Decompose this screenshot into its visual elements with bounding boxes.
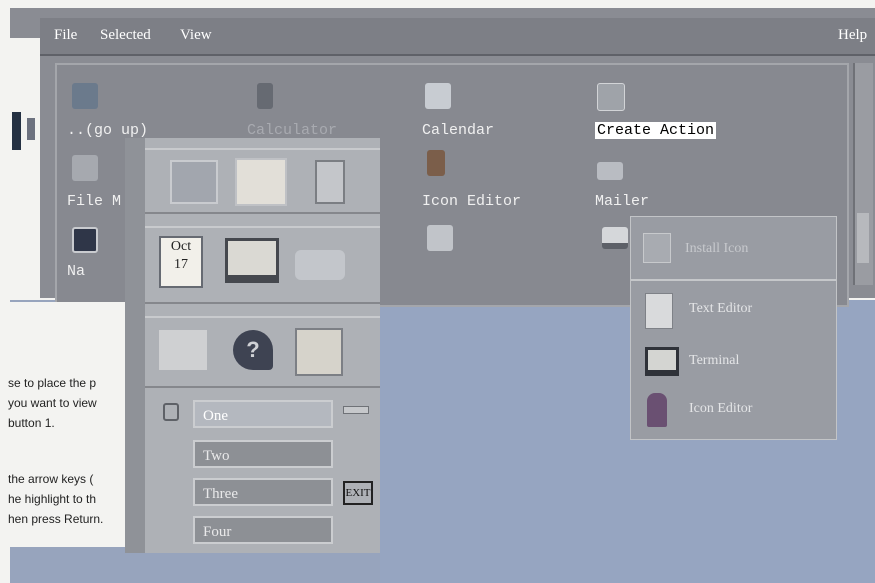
subpanel-item-icon-editor[interactable]: Icon Editor	[641, 389, 831, 435]
doc-line-6: hen press Return.	[8, 512, 104, 526]
doc-line-3: button 1.	[8, 416, 55, 430]
mailer-icon[interactable]	[597, 162, 623, 180]
menu-selected[interactable]: Selected	[100, 27, 151, 44]
file-item-calendar[interactable]: Calendar	[422, 122, 494, 139]
document-icon-shadow	[27, 118, 35, 140]
subpanel-item-label: Terminal	[689, 353, 740, 368]
go-up-icon[interactable]	[72, 83, 98, 109]
window-edge	[10, 38, 40, 298]
style-manager-icon[interactable]	[427, 225, 453, 251]
subpanel-install-icon[interactable]: Install Icon	[641, 227, 826, 273]
workspace-button-two[interactable]: Two	[193, 440, 333, 468]
workspace-button-one[interactable]: One	[193, 400, 333, 428]
create-action-icon[interactable]	[597, 83, 625, 111]
panel-handle[interactable]	[125, 138, 145, 553]
panel-row-1	[145, 148, 380, 214]
calendar-date-icon[interactable]: Oct 17	[159, 236, 203, 288]
menu-view[interactable]: View	[180, 27, 212, 44]
notes-icon[interactable]	[72, 227, 98, 253]
clock-icon[interactable]	[170, 160, 218, 204]
icon-editor-icon[interactable]	[427, 150, 445, 176]
subpanel-title: Install Icon	[685, 241, 749, 256]
app-manager-icon[interactable]	[295, 328, 343, 376]
file-item-calculator[interactable]: Calculator	[247, 122, 337, 139]
text-editor-icon	[645, 293, 673, 329]
menu-bar: File Selected View Help	[40, 18, 875, 56]
printer-icon[interactable]	[295, 250, 345, 280]
subpanel-item-text-editor[interactable]: Text Editor	[641, 289, 831, 335]
file-item-notes[interactable]: Na	[67, 263, 85, 280]
file-item-file-manager[interactable]: File M	[67, 193, 121, 210]
file-item-create-action[interactable]: Create Action	[595, 122, 717, 139]
menu-help[interactable]: Help	[838, 27, 867, 44]
terminal-icon	[645, 347, 679, 376]
doc-line-5: he highlight to th	[8, 492, 97, 506]
doc-line-4: the arrow keys (	[8, 472, 94, 486]
phone-icon[interactable]	[315, 160, 345, 204]
workspace-button-three[interactable]: Three	[193, 478, 333, 506]
doc-line-2: you want to view	[8, 396, 97, 410]
vertical-scrollbar[interactable]	[853, 63, 873, 285]
file-drawer-icon[interactable]	[235, 158, 287, 206]
calendar-day: 17	[174, 257, 188, 272]
file-manager-icon[interactable]	[72, 155, 98, 181]
file-item-icon-editor[interactable]: Icon Editor	[422, 193, 521, 210]
lock-icon[interactable]	[163, 403, 179, 421]
menu-file[interactable]: File	[54, 27, 77, 44]
document-page: se to place the p you want to view butto…	[0, 302, 125, 547]
install-icon-dropzone-icon	[643, 233, 671, 263]
scrollbar-thumb[interactable]	[857, 213, 869, 263]
exit-button[interactable]: EXIT	[343, 481, 373, 505]
computer-icon[interactable]	[225, 238, 279, 283]
front-panel: Oct 17 ? One Two Three Four EXIT	[125, 138, 380, 553]
subpanel-menu: Install Icon Text Editor Terminal Icon E…	[630, 216, 837, 440]
terminal-icon[interactable]	[602, 227, 628, 249]
busy-light-icon	[343, 406, 369, 414]
icon-editor-icon	[647, 393, 667, 427]
file-item-mailer[interactable]: Mailer	[595, 193, 649, 210]
subpanel-item-terminal[interactable]: Terminal	[641, 341, 831, 387]
calculator-icon[interactable]	[257, 83, 273, 109]
style-manager-icon[interactable]	[159, 330, 207, 370]
panel-row-2: Oct 17	[145, 226, 380, 304]
calendar-icon[interactable]	[425, 83, 451, 109]
document-icon	[12, 112, 21, 150]
calendar-month: Oct	[170, 239, 192, 254]
subpanel-item-label: Text Editor	[689, 301, 753, 316]
file-item-go-up[interactable]: ..(go up)	[67, 122, 148, 139]
subpanel-item-label: Icon Editor	[689, 401, 753, 416]
doc-line-1: se to place the p	[8, 376, 97, 390]
panel-row-3: ?	[145, 316, 380, 388]
subpanel-divider	[631, 279, 836, 281]
help-icon[interactable]: ?	[233, 330, 273, 370]
workspace-button-four[interactable]: Four	[193, 516, 333, 544]
